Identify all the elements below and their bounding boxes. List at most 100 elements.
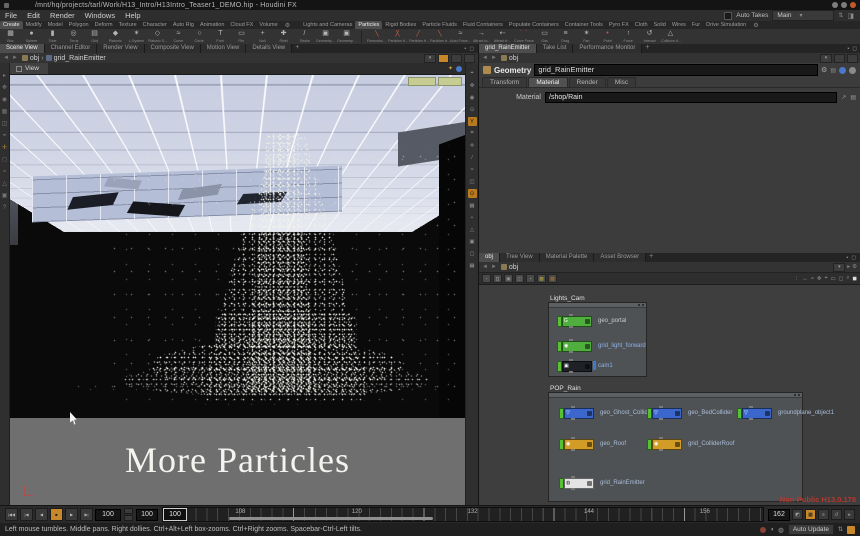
node-body[interactable]: ◉ [652,439,682,450]
transport-button[interactable]: ◀ [35,508,48,521]
presets-icon[interactable]: ▤ [830,67,836,74]
network-node[interactable]: G geo_portal [557,316,626,326]
gear-icon[interactable]: ⚙ [852,264,857,270]
menu-item[interactable]: File [0,11,22,20]
node-body[interactable]: G [562,316,592,327]
node-body[interactable]: ◉ [564,439,594,450]
shelf-tab[interactable]: Wires [669,21,689,29]
range-end-field[interactable]: 162 [768,509,790,521]
network-tool-icon[interactable]: ◻ [493,274,502,283]
shelf-tab[interactable]: Solid [651,21,669,29]
network-node[interactable]: ◉ grid_ColliderRoof [647,439,734,449]
path-node-name[interactable]: grid_RainEmitter [54,55,106,62]
shelf-tool[interactable]: ▮ Tube [42,30,63,43]
network-node[interactable]: ▽ geo_BedCollider [647,408,732,418]
take-selector[interactable]: Main ▾ [772,10,834,21]
shelf-tool[interactable]: ╲ Particles fr... [429,30,450,43]
minimize-button[interactable] [832,2,838,8]
network-view-icon[interactable]: ⌕ [846,275,849,282]
path-dropdown[interactable]: ▾ [820,54,832,63]
viewport-tool-icon[interactable]: ✥ [468,81,477,90]
shelf-tab[interactable]: Rigid Bodies [382,21,419,29]
pane-maximize-icon[interactable]: ◻ [851,255,856,261]
new-tab-icon[interactable]: + [292,44,302,53]
shelf-tool[interactable]: ▭ Gas [534,30,555,43]
toolbar-icon[interactable]: △ [2,181,7,187]
info-icon[interactable] [849,67,856,74]
shelf-tool[interactable]: ◆ Platonic [105,30,126,43]
network-view-icon[interactable]: ▭ [831,276,836,282]
network-node[interactable]: ▣ cam1 [557,361,613,371]
toolbar-icon[interactable]: ◻ [2,157,7,163]
network-tool-icon[interactable]: ▨ [548,274,557,283]
viewport-tool-icon[interactable]: ▦ [468,201,477,210]
frame-step-up[interactable] [124,508,133,514]
network-editor-canvas[interactable]: Lights_Cam G geo_portal ◉ [479,285,860,505]
path-context[interactable]: obj [509,264,518,271]
shelf-tool[interactable]: ◎ Torus [63,30,84,43]
pane-minimize-icon[interactable]: ▪ [847,46,849,52]
network-node[interactable]: ◍ grid_RainEmitter [559,478,645,488]
shelf-tool[interactable]: ▭ File [231,30,252,43]
pane-minimize-icon[interactable]: ▪ [846,255,848,261]
node-body[interactable]: ▽ [652,408,682,419]
shelf-tool[interactable]: ≈ Curve [168,30,189,43]
shelf-tab[interactable]: Create [0,21,23,29]
toolbar-icon[interactable]: ▣ [2,193,8,199]
network-view-icon[interactable]: ◻ [839,276,844,282]
display-options-icon[interactable] [456,66,462,72]
playback-range-bar[interactable] [229,517,433,520]
auto-takes-checkbox[interactable] [724,12,732,20]
gear-icon[interactable]: ⚙ [821,66,827,74]
timeline-slider[interactable]: 100 108120132144156 [162,507,764,522]
shelf-tool[interactable]: ▤ Grid [84,30,105,43]
transport-button[interactable]: ▶ [65,508,78,521]
viewport-tool-icon[interactable]: ▣ [468,237,477,246]
forward-arrow-icon[interactable]: ► [491,264,497,270]
param-tab[interactable]: Transform [482,77,527,87]
shelf-tool[interactable]: ⌒ Curve Force [513,30,534,43]
shelf-tool[interactable]: ╳ Particles fr... [387,30,408,43]
network-box-pop-rain[interactable]: POP_Rain ▽ geo_Ghost_Collider ▽ [548,392,803,502]
forward-arrow-icon[interactable]: ► [12,55,18,61]
shelf-tool[interactable]: ▦ Box [0,30,21,43]
shelf-tab[interactable]: Fluid Containers [460,21,506,29]
shelf-tab[interactable]: Model [45,21,66,29]
shelf-tool[interactable]: ○ Circle [189,30,210,43]
toolbar-icon[interactable]: ▸ [3,73,6,79]
shelf-tab[interactable]: Auto Rig [170,21,197,29]
toolbar-icon[interactable]: ✥ [2,85,7,91]
network-tool-icon[interactable]: ▣ [504,274,513,283]
shelf-tool[interactable]: ≡ Drag [555,30,576,43]
menu-item[interactable]: Help [120,11,145,20]
network-box-lights-cam[interactable]: Lights_Cam G geo_portal ◉ [548,302,647,377]
path-option-button[interactable] [834,54,845,63]
path-option-button[interactable] [451,54,462,63]
transport-button[interactable]: |◀◀ [5,508,18,521]
current-frame-field[interactable]: 100 [95,509,121,521]
pane-maximize-icon[interactable]: ◻ [852,46,857,52]
viewport-tool-icon[interactable]: ✛ [468,141,477,150]
shelf-tab[interactable]: Animation [197,21,227,29]
network-node[interactable]: ▽ geo_Ghost_Collider [559,408,653,418]
shelf-tab[interactable]: Modify [23,21,45,29]
menu-item[interactable]: Windows [80,11,120,20]
scene-3d-view[interactable] [10,75,465,418]
shelf-tab[interactable]: Cloth [632,21,651,29]
back-arrow-icon[interactable]: ◄ [3,55,9,61]
viewport-tool-icon[interactable]: ◻ [468,249,477,258]
shelf-gear-icon[interactable]: ⚙ [749,22,762,29]
help-icon[interactable] [839,67,846,74]
transport-button[interactable]: ▶| [80,508,93,521]
shelf-tool[interactable]: T Font [210,30,231,43]
snapshot-button[interactable] [438,54,449,63]
shelf-tool[interactable]: → Attract to... [471,30,492,43]
shelf-tab[interactable]: Lights and Cameras [300,21,355,29]
view-tab[interactable]: View [10,63,48,74]
toolbar-icon[interactable]: ? [3,205,6,211]
network-tool-icon[interactable]: ▨ [537,274,546,283]
shelf-tool[interactable]: ▣ Geometry... [315,30,336,43]
memory-icon[interactable]: ◖ [770,526,774,533]
shelf-tab[interactable]: Particle Fluids [419,21,460,29]
update-mode-selector[interactable]: Auto Update [788,524,834,535]
